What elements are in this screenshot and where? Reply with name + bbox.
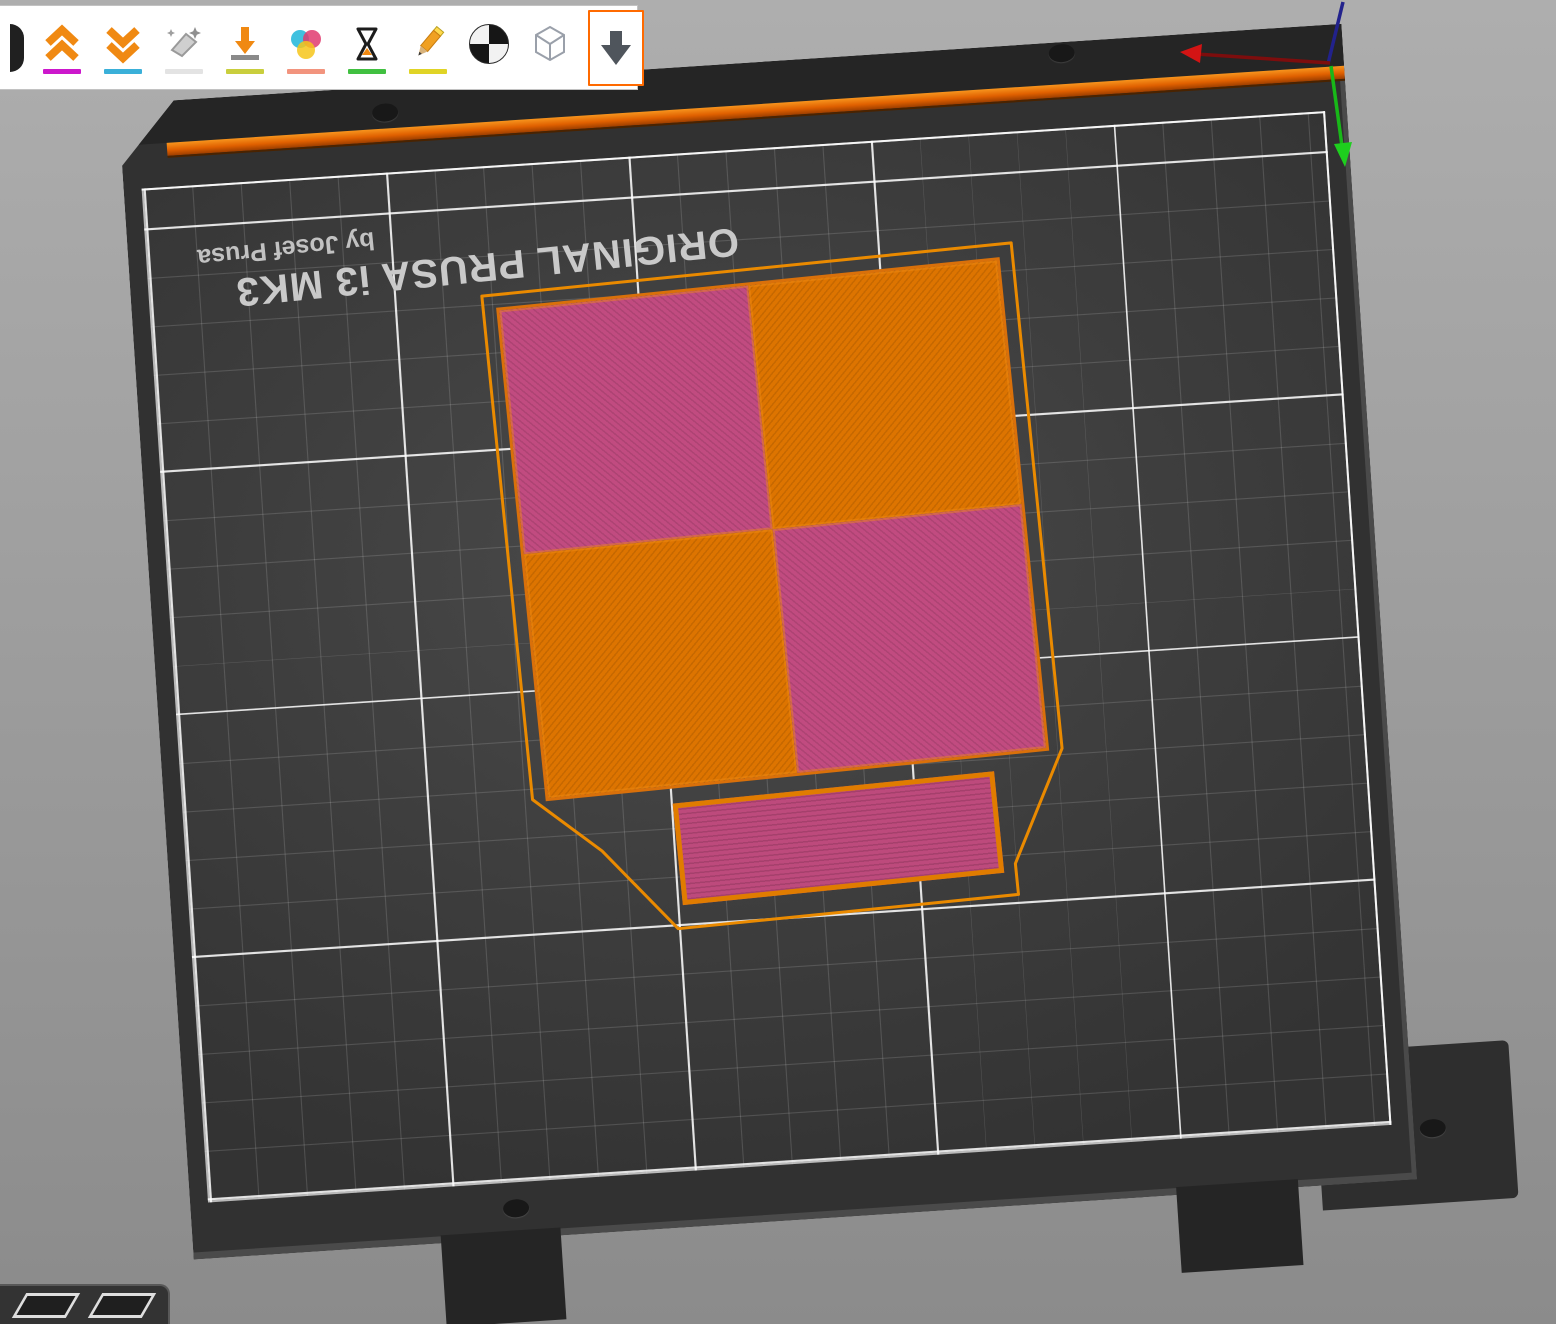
checker-tile-pink-1[interactable] xyxy=(499,285,772,554)
view-toggle-panel xyxy=(0,1284,170,1324)
toolbar-place-arrow[interactable] xyxy=(222,22,268,74)
toolbar-wireframe-cube[interactable] xyxy=(527,22,573,74)
toolbar-checkered-sphere[interactable] xyxy=(466,22,512,74)
bed-view-toggle-2[interactable] xyxy=(87,1292,157,1318)
slicer-3d-viewport[interactable]: ORIGINAL PRUSA i3 MK3 by Josef Prusa xyxy=(0,0,1556,1324)
checkered-sphere-icon xyxy=(467,22,511,66)
double-chevron-up-icon xyxy=(40,22,84,66)
checkerboard-object[interactable] xyxy=(499,260,1046,798)
import-down-arrow-icon xyxy=(594,26,638,70)
toolbar-import-down-arrow[interactable] xyxy=(588,9,644,86)
checker-tile-orange-2[interactable] xyxy=(524,529,797,798)
checker-tile-orange-1[interactable] xyxy=(748,260,1021,529)
double-chevron-down-icon xyxy=(101,22,145,66)
toolbar-color-palette[interactable] xyxy=(283,22,329,74)
axes-gizmo xyxy=(1180,1,1352,167)
color-palette-icon xyxy=(284,22,328,66)
bed-foot xyxy=(1176,1179,1304,1273)
sparkle-eraser-icon xyxy=(162,22,206,66)
y-axis-arrowhead xyxy=(1334,142,1352,167)
bed-foot xyxy=(440,1227,567,1324)
place-arrow-icon xyxy=(223,22,267,66)
toolbar-double-chevron-up[interactable] xyxy=(39,22,85,74)
screw-hole xyxy=(1419,1118,1447,1139)
y-axis xyxy=(1329,65,1344,147)
printed-objects[interactable] xyxy=(479,236,1084,967)
bed-view-toggle-1[interactable] xyxy=(11,1292,81,1318)
checker-tile-pink-2[interactable] xyxy=(773,504,1046,773)
partial-icon[interactable] xyxy=(10,23,24,72)
bed-plate: ORIGINAL PRUSA i3 MK3 by Josef Prusa xyxy=(118,24,1417,1260)
toolbar-pencil[interactable] xyxy=(405,22,451,74)
print-bed: ORIGINAL PRUSA i3 MK3 by Josef Prusa xyxy=(118,24,1519,1324)
wireframe-cube-icon xyxy=(528,22,572,66)
z-axis xyxy=(1326,1,1345,65)
x-axis-arrowhead xyxy=(1180,44,1202,63)
x-axis xyxy=(1195,52,1331,65)
toolbar-hourglass[interactable] xyxy=(344,22,390,74)
toolbar-double-chevron-down[interactable] xyxy=(100,22,146,74)
hourglass-icon xyxy=(345,22,389,66)
screw-hole xyxy=(503,1198,530,1218)
toolbar xyxy=(0,5,644,90)
pencil-icon xyxy=(406,22,450,66)
toolbar-sparkle-eraser[interactable] xyxy=(161,22,207,74)
